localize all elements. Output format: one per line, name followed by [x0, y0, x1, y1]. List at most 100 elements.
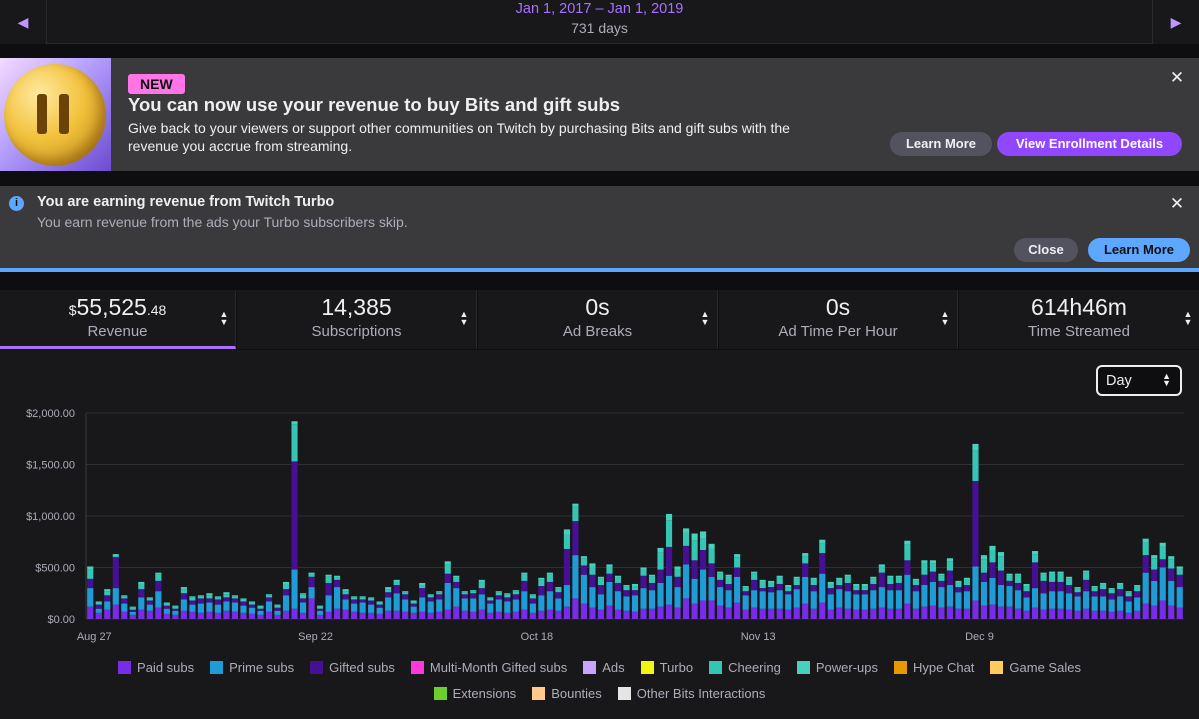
bar-segment[interactable]: [904, 544, 911, 561]
bar-segment[interactable]: [1125, 592, 1132, 597]
bar-segment[interactable]: [989, 562, 996, 578]
bar-segment[interactable]: [759, 581, 766, 589]
bar-segment[interactable]: [929, 563, 936, 572]
bar-segment[interactable]: [529, 612, 536, 619]
bar-segment[interactable]: [759, 591, 766, 609]
bar-segment[interactable]: [461, 594, 468, 599]
bar-segment[interactable]: [1083, 579, 1090, 592]
bar-segment[interactable]: [1031, 551, 1039, 555]
bar-segment[interactable]: [189, 600, 196, 605]
bar-segment[interactable]: [1134, 597, 1141, 611]
bar-segment[interactable]: [376, 607, 383, 614]
bar-segment[interactable]: [385, 597, 392, 611]
bar-segment[interactable]: [572, 598, 579, 619]
bar-segment[interactable]: [1057, 571, 1064, 574]
bar-segment[interactable]: [870, 583, 877, 591]
bar-segment[interactable]: [257, 605, 264, 607]
bar-segment[interactable]: [904, 603, 911, 619]
bar-segment[interactable]: [1142, 538, 1149, 543]
bar-segment[interactable]: [623, 590, 630, 597]
bar-segment[interactable]: [751, 579, 758, 591]
bar-segment[interactable]: [393, 593, 400, 611]
bar-segment[interactable]: [504, 612, 511, 619]
bar-segment[interactable]: [470, 593, 477, 599]
bar-segment[interactable]: [768, 580, 775, 583]
bar-segment[interactable]: [402, 599, 409, 612]
bar-segment[interactable]: [589, 566, 596, 575]
bar-segment[interactable]: [231, 611, 239, 619]
bar-segment[interactable]: [317, 605, 324, 607]
bar-segment[interactable]: [997, 552, 1005, 557]
bar-segment[interactable]: [393, 585, 400, 594]
bar-segment[interactable]: [538, 595, 545, 611]
bar-segment[interactable]: [640, 588, 647, 609]
bar-segment[interactable]: [861, 590, 868, 595]
bar-segment[interactable]: [521, 609, 528, 619]
bar-segment[interactable]: [453, 575, 460, 578]
bar-segment[interactable]: [172, 605, 179, 607]
bar-segment[interactable]: [1049, 571, 1056, 574]
bar-segment[interactable]: [189, 597, 196, 601]
bar-segment[interactable]: [887, 608, 894, 619]
bar-segment[interactable]: [163, 613, 170, 619]
bar-segment[interactable]: [785, 609, 792, 619]
bar-segment[interactable]: [997, 570, 1005, 586]
bar-segment[interactable]: [512, 590, 519, 592]
bar-segment[interactable]: [529, 603, 536, 613]
bar-segment[interactable]: [768, 587, 775, 593]
bar-segment[interactable]: [751, 590, 758, 608]
bar-segment[interactable]: [1117, 610, 1124, 619]
bar-segment[interactable]: [521, 572, 528, 575]
bar-segment[interactable]: [1142, 572, 1149, 604]
bar-segment[interactable]: [1031, 554, 1039, 563]
bar-segment[interactable]: [427, 612, 434, 619]
bar-segment[interactable]: [1014, 575, 1022, 583]
bar-segment[interactable]: [665, 520, 673, 547]
bar-segment[interactable]: [717, 571, 724, 574]
bar-segment[interactable]: [597, 576, 605, 579]
bar-segment[interactable]: [861, 594, 868, 610]
tab-time-streamed[interactable]: 614h46m Time Streamed ▲ ▼: [959, 290, 1199, 349]
legend-item[interactable]: Other Bits Interactions: [617, 686, 765, 701]
bar-segment[interactable]: [1159, 600, 1166, 619]
bar-segment[interactable]: [299, 612, 307, 619]
bar-segment[interactable]: [861, 583, 868, 587]
bar-segment[interactable]: [444, 573, 451, 583]
bar-segment[interactable]: [240, 612, 247, 619]
bar-segment[interactable]: [683, 564, 690, 599]
bar-segment[interactable]: [1083, 572, 1090, 580]
bar-segment[interactable]: [1040, 593, 1047, 610]
bar-segment[interactable]: [742, 609, 749, 619]
bar-segment[interactable]: [1125, 591, 1132, 593]
bar-segment[interactable]: [436, 611, 443, 619]
bar-segment[interactable]: [1014, 590, 1022, 609]
bar-segment[interactable]: [614, 582, 622, 592]
bar-segment[interactable]: [623, 585, 630, 587]
bar-segment[interactable]: [95, 608, 102, 613]
bar-segment[interactable]: [734, 576, 741, 603]
bar-segment[interactable]: [1159, 559, 1166, 568]
bar-segment[interactable]: [104, 601, 111, 610]
bar-segment[interactable]: [342, 609, 349, 619]
bar-segment[interactable]: [385, 587, 392, 590]
legend-item[interactable]: Prime subs: [210, 660, 294, 675]
bar-segment[interactable]: [282, 589, 290, 596]
bar-segment[interactable]: [725, 574, 732, 577]
bar-segment[interactable]: [1176, 568, 1183, 575]
bar-segment[interactable]: [87, 566, 94, 570]
bar-segment[interactable]: [895, 575, 902, 578]
bar-segment[interactable]: [470, 591, 477, 594]
bar-segment[interactable]: [470, 590, 477, 592]
bar-segment[interactable]: [980, 559, 988, 573]
bar-segment[interactable]: [1125, 601, 1132, 613]
bar-segment[interactable]: [291, 569, 298, 609]
bar-segment[interactable]: [1006, 586, 1013, 607]
bar-segment[interactable]: [1100, 610, 1107, 619]
bar-segment[interactable]: [725, 583, 732, 591]
bar-segment[interactable]: [597, 594, 605, 610]
bar-segment[interactable]: [487, 600, 494, 604]
bar-segment[interactable]: [444, 561, 451, 565]
legend-item[interactable]: Hype Chat: [894, 660, 974, 675]
bar-segment[interactable]: [972, 443, 979, 451]
bar-segment[interactable]: [1057, 581, 1064, 592]
